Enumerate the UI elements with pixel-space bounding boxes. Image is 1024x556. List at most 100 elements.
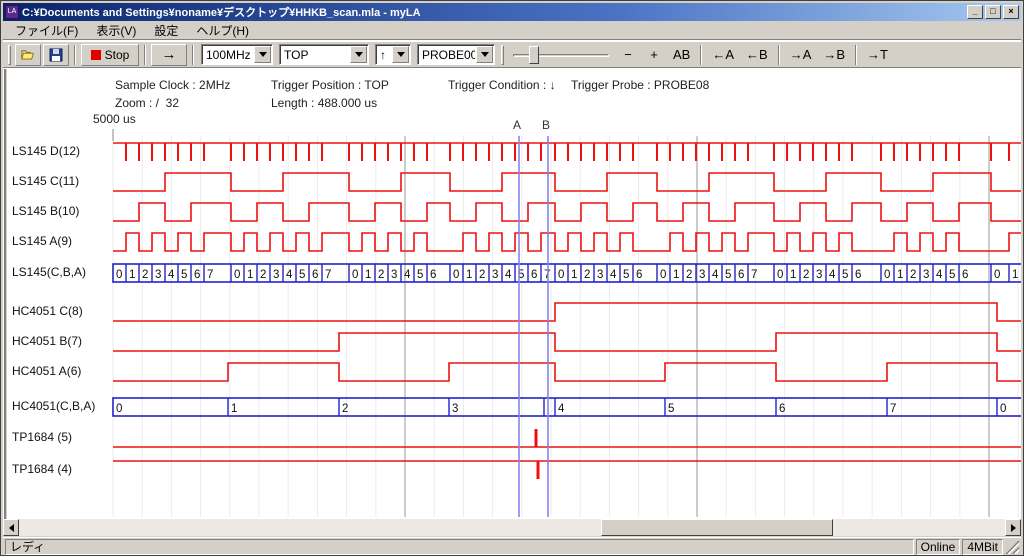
bus-value: 1 — [466, 269, 472, 281]
bus-value: 4 — [286, 269, 293, 281]
toolbar-separator — [778, 45, 780, 65]
maximize-button[interactable]: □ — [985, 5, 1001, 19]
menu-file[interactable]: ファイル(F) — [7, 20, 86, 41]
bus-value: 6 — [194, 269, 200, 281]
digital-waveform — [113, 363, 1021, 381]
info-trigger-condition: Trigger Condition : ↓ — [448, 78, 556, 92]
menu-help[interactable]: ヘルプ(H) — [188, 20, 257, 41]
zoom-slider[interactable] — [513, 45, 609, 65]
trigger-edge-combobox[interactable]: ↑ — [375, 44, 411, 65]
bus-value: 6 — [636, 269, 642, 281]
bus-value: 2 — [260, 269, 266, 281]
scrollbar-track[interactable] — [19, 519, 1005, 536]
trigger-position-value: TOP — [280, 48, 349, 62]
run-button[interactable]: → — [151, 44, 187, 66]
scroll-left-button[interactable] — [3, 519, 19, 536]
toolbar-separator — [74, 45, 76, 65]
bus-value: 5 — [668, 403, 674, 415]
minimize-button[interactable]: _ — [967, 5, 983, 19]
bus-value: 0 — [116, 403, 122, 415]
toolbar-grip[interactable] — [8, 45, 11, 65]
scrollbar-thumb[interactable] — [601, 519, 833, 536]
bus-value: 5 — [842, 269, 848, 281]
stop-icon — [91, 50, 101, 60]
trigger-position-combobox[interactable]: TOP — [279, 44, 369, 65]
bus-value: 0 — [558, 269, 564, 281]
bus-value: 6 — [531, 269, 537, 281]
stop-button[interactable]: Stop — [81, 44, 139, 66]
info-trigger-probe: Trigger Probe : PROBE08 — [571, 78, 709, 92]
chevron-down-icon[interactable] — [254, 46, 271, 63]
save-file-button[interactable] — [43, 44, 69, 66]
open-file-button[interactable] — [15, 44, 41, 66]
waveform-display: 0123456701234567012345601234567012345601… — [3, 109, 1021, 519]
bus-value: 3 — [597, 269, 603, 281]
menu-view[interactable]: 表示(V) — [88, 20, 144, 41]
bus-value: 3 — [816, 269, 822, 281]
title-bar[interactable]: LA C:¥Documents and Settings¥noname¥デスクト… — [3, 3, 1021, 21]
bus-value: 5 — [949, 269, 955, 281]
tool-button-b[interactable]: ←B — [741, 44, 773, 66]
tool-button-a[interactable]: →A — [785, 44, 817, 66]
bus-value: 5 — [417, 269, 423, 281]
status-memory: 4MBit — [962, 539, 1003, 555]
toolbar-grip[interactable] — [501, 45, 504, 65]
triangle-right-icon — [1011, 524, 1016, 532]
bus-value: 2 — [142, 269, 148, 281]
scroll-right-button[interactable] — [1005, 519, 1021, 536]
menu-bar: ファイル(F) 表示(V) 設定 ヘルプ(H) — [3, 21, 1021, 40]
bus-value: 6 — [738, 269, 744, 281]
bus-value: 1 — [790, 269, 796, 281]
app-icon: LA — [5, 5, 19, 19]
menu-settings[interactable]: 設定 — [146, 20, 186, 41]
bus-value: 3 — [273, 269, 279, 281]
bus-value: 4 — [404, 269, 411, 281]
trigger-probe-combobox[interactable]: PROBE00 — [417, 44, 495, 65]
bus-value: 5 — [623, 269, 629, 281]
tool-button-[interactable]: − — [616, 44, 640, 66]
bus-value: 0 — [352, 269, 358, 281]
bus-value: 3 — [699, 269, 705, 281]
bus-value: 1 — [673, 269, 679, 281]
bus-value: 3 — [391, 269, 397, 281]
bus-value: 3 — [923, 269, 929, 281]
tool-button-b[interactable]: →B — [818, 44, 850, 66]
chevron-down-icon[interactable] — [476, 46, 493, 63]
bus-value: 7 — [325, 269, 331, 281]
tool-button-ab[interactable]: AB — [668, 44, 695, 66]
bus-value: 2 — [378, 269, 384, 281]
info-zoom: Zoom : / 32 — [115, 96, 179, 110]
toolbar: Stop → 100MHz TOP ↑ PROBE00 −+AB ←A←B →A→B… — [3, 41, 1021, 68]
bus-value: 2 — [910, 269, 916, 281]
sample-clock-combobox[interactable]: 100MHz — [201, 44, 273, 65]
bus-value: 2 — [686, 269, 692, 281]
tool-button-[interactable]: + — [642, 44, 666, 66]
horizontal-scrollbar[interactable] — [3, 519, 1021, 536]
resize-grip-icon[interactable] — [1005, 540, 1019, 554]
chevron-down-icon[interactable] — [392, 46, 409, 63]
bus-value: 1 — [129, 269, 135, 281]
bus-value: 1 — [897, 269, 903, 281]
bus-value: 4 — [936, 269, 943, 281]
close-button[interactable]: × — [1003, 5, 1019, 19]
tool-button-a[interactable]: ←A — [707, 44, 739, 66]
bus-value: 3 — [155, 269, 161, 281]
bus-value: 0 — [234, 269, 240, 281]
zoom-slider-thumb[interactable] — [529, 46, 539, 64]
chevron-down-icon[interactable] — [350, 46, 367, 63]
bus-value: 3 — [492, 269, 498, 281]
bus-value: 7 — [751, 269, 757, 281]
status-bar: レディ Online 4MBit — [3, 537, 1021, 555]
bus-value: 1 — [571, 269, 577, 281]
floppy-disk-icon — [49, 48, 63, 62]
bus-value: 7 — [207, 269, 213, 281]
bus-value: 5 — [299, 269, 305, 281]
tool-button-t[interactable]: →T — [862, 44, 893, 66]
bus-value: 2 — [803, 269, 809, 281]
bus-value: 1 — [231, 403, 237, 415]
bus-value: 7 — [890, 403, 896, 415]
bus-value: 6 — [962, 269, 968, 281]
bus-value: 4 — [712, 269, 719, 281]
status-online: Online — [916, 539, 961, 555]
bus-frame — [113, 398, 1021, 416]
